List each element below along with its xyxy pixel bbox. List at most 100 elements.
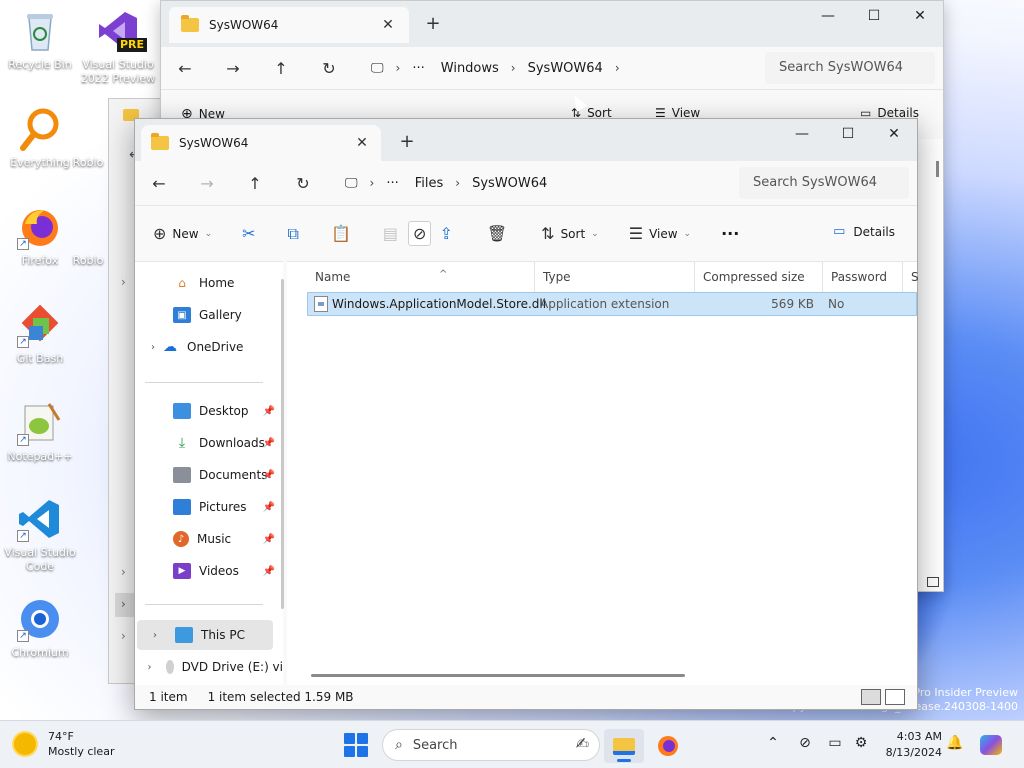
chevron-up-icon[interactable]: ⌃ [764,735,782,753]
nav-item-home[interactable]: ⌂ Home [135,268,275,298]
new-tab-button[interactable]: + [423,13,443,34]
close-icon[interactable]: ✕ [379,17,397,33]
back-arrow-icon[interactable]: ← [161,59,209,78]
delete-button[interactable]: 🗑 [487,224,513,243]
sort-button[interactable]: ⇅ Sort ⌄ [541,224,599,243]
desktop-icon-git-bash[interactable]: ↗ Git Bash [2,302,78,366]
more-options-button[interactable]: ··· [721,224,739,243]
pin-icon[interactable]: 📌 [263,406,275,417]
desktop-icon-roblox-1[interactable]: Roblo [64,106,112,170]
pin-icon[interactable]: 📌 [263,502,275,513]
breadcrumb-files[interactable]: Files [407,176,452,191]
chevron-right-icon[interactable]: › [145,662,154,673]
share-button[interactable]: ⇪ [439,224,458,243]
minimize-button[interactable]: — [779,119,825,149]
column-header-size[interactable]: Si [903,262,919,292]
clock-time: 4:03 AM [896,730,942,743]
more-icon: ··· [721,224,740,243]
table-row[interactable]: Windows.ApplicationModel.Store.dll Appli… [307,292,917,316]
forward-arrow-icon[interactable]: → [209,59,257,78]
back-arrow-icon[interactable]: ← [135,174,183,193]
forward-arrow-icon[interactable]: → [183,174,231,193]
maximize-button[interactable]: ☐ [851,1,897,31]
chevron-right-icon[interactable]: › [147,630,163,641]
nav-item-videos[interactable]: ▶ Videos 📌 [135,556,275,586]
taskbar-search[interactable]: ⌕ Search ✍ [382,729,600,761]
accessibility-icon[interactable]: ⚙ [852,735,870,753]
nav-item-music[interactable]: ♪ Music 📌 [135,524,275,554]
maximize-button[interactable]: ☐ [825,119,871,149]
close-icon[interactable]: ✕ [353,135,371,151]
breadcrumb-overflow[interactable]: ··· [378,176,406,191]
tiles-view-icon[interactable] [885,689,905,705]
breadcrumb-syswow64[interactable]: SysWOW64 [520,61,611,76]
chevron-right-icon[interactable]: › [121,629,126,643]
back-tab[interactable]: SysWOW64 ✕ [169,7,409,43]
desktop-icon-chromium[interactable]: ↗ Chromium [2,596,78,660]
breadcrumb-windows[interactable]: Windows [433,61,507,76]
new-tab-button[interactable]: + [397,131,417,152]
nav-item-desktop[interactable]: Desktop 📌 [135,396,275,426]
computer-icon[interactable]: 🖵 [363,61,392,76]
pin-icon[interactable]: 📌 [263,438,275,449]
chevron-right-icon[interactable]: › [145,342,161,353]
rename-button[interactable]: ▤ [383,224,404,243]
view-button[interactable]: ☰ View ⌄ [629,224,691,243]
pin-icon[interactable]: 📌 [263,566,275,577]
cut-button[interactable]: ✂ [242,224,261,243]
desktop-icon-vscode[interactable]: ↗ Visual Studio Code [2,496,78,574]
vertical-scrollbar[interactable] [936,161,939,177]
search-input[interactable]: Search SysWOW64 [739,167,909,199]
nav-item-pictures[interactable]: Pictures 📌 [135,492,275,522]
close-button[interactable]: ✕ [897,1,943,31]
paste-button[interactable]: 📋 [331,224,357,243]
breadcrumb-syswow64[interactable]: SysWOW64 [464,176,555,191]
details-view-icon[interactable] [861,689,881,705]
nav-item-gallery[interactable]: ▣ Gallery [135,300,275,330]
column-header-password[interactable]: Password ... [823,262,903,314]
clock[interactable]: 4:03 AM 8/13/2024 [886,729,942,761]
nav-scrollbar[interactable] [281,279,284,609]
pin-icon[interactable]: 📌 [263,534,275,545]
notification-bell-icon[interactable]: 🔔 [946,735,964,753]
desktop-icon-recycle-bin[interactable]: Recycle Bin [2,8,78,72]
explorer-window[interactable]: SysWOW64 ✕ + — ☐ ✕ ← → ↑ ↻ 🖵 › ··· Files… [134,118,919,710]
minimize-button[interactable]: — [805,1,851,31]
nav-item-this-pc[interactable]: › This PC [137,620,273,650]
refresh-icon[interactable]: ↻ [305,59,353,78]
column-header-type[interactable]: Type [535,262,695,292]
taskbar-firefox[interactable] [648,729,688,763]
details-button[interactable]: ▭ Details [833,224,895,239]
tiles-view-icon[interactable] [927,577,939,587]
desktop-icon-visual-studio-2022[interactable]: PRE Visual Studio 2022 Preview [80,8,156,86]
column-header-compressed-size[interactable]: Compressed size [695,262,823,292]
start-button[interactable] [344,733,368,757]
taskbar-file-explorer[interactable] [604,729,644,763]
weather-widget[interactable]: 74°F Mostly clear [14,729,114,759]
column-header-name[interactable]: Name ^ [307,262,535,292]
breadcrumb-overflow[interactable]: ··· [404,61,432,76]
desktop-icon-roblox-2[interactable]: Roblo [64,204,112,268]
tab-syswow64[interactable]: SysWOW64 ✕ [141,125,381,161]
display-icon[interactable]: ▭ [826,735,844,753]
up-arrow-icon[interactable]: ↑ [257,59,305,78]
copy-button[interactable]: ⧉ [288,224,305,244]
nav-item-onedrive[interactable]: › ☁ OneDrive [135,332,275,362]
search-input[interactable]: Search SysWOW64 [765,52,935,84]
network-disconnected-icon[interactable]: ⊘ [796,735,814,753]
chevron-right-icon[interactable]: › [121,275,126,289]
computer-icon[interactable]: 🖵 [337,176,366,191]
nav-item-downloads[interactable]: ⤓ Downloads 📌 [135,428,275,458]
up-arrow-icon[interactable]: ↑ [231,174,279,193]
new-button[interactable]: ⊕ New ⌄ [153,224,212,243]
chevron-right-icon[interactable]: › [121,565,126,579]
pin-icon[interactable]: 📌 [263,470,275,481]
nav-item-documents[interactable]: Documents 📌 [135,460,275,490]
desktop-icon-notepad-plus-plus[interactable]: ↗ Notepad++ [2,400,78,464]
close-button[interactable]: ✕ [871,119,917,149]
nav-item-dvd-drive[interactable]: › DVD Drive (E:) vi [135,652,283,682]
copilot-preview-icon[interactable] [980,735,1004,755]
horizontal-scrollbar[interactable] [311,674,685,677]
chevron-right-icon[interactable]: › [121,597,126,611]
refresh-icon[interactable]: ↻ [279,174,327,193]
